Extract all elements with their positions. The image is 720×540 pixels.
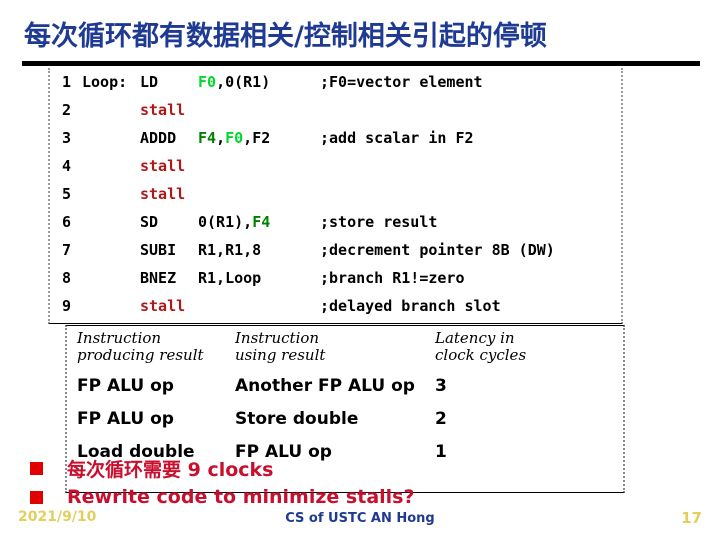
code-line: 7 SUBI R1,R1,8 ;decrement pointer 8B (DW) <box>50 236 621 264</box>
code-line: 2 stall <box>50 96 621 124</box>
bullet-square-icon <box>30 462 43 475</box>
code-operands: 0(R1),F4 <box>198 208 270 236</box>
code-token: 0(R1) <box>225 73 271 91</box>
header-line: Latency in <box>435 329 515 347</box>
code-opcode: SD <box>140 213 159 231</box>
code-comment: ;delayed branch slot <box>320 297 501 315</box>
code-line: 5 stall <box>50 180 621 208</box>
code-stall: stall <box>140 157 186 175</box>
code-operands: F4,F0,F2 <box>198 124 270 152</box>
code-token: , <box>243 129 253 147</box>
code-opcode: ADDD <box>140 129 177 147</box>
code-operands: F0,0(R1) <box>198 68 270 96</box>
code-token: F0 <box>225 129 244 147</box>
code-line-number: 1 <box>62 73 72 91</box>
code-line: 1 Loop: LD F0,0(R1) ;F0=vector element <box>50 68 621 96</box>
code-token: F0 <box>198 73 217 91</box>
code-line-number: 5 <box>62 185 72 203</box>
header-line: producing result <box>77 346 204 364</box>
bullet-item: Rewrite code to minimize stalls? <box>30 486 415 508</box>
code-line-number: 4 <box>62 157 72 175</box>
title-divider <box>22 61 700 66</box>
code-token: F4 <box>252 213 271 231</box>
code-label: Loop: <box>82 73 128 91</box>
bullet-item: 每次循环需要 9 clocks <box>30 455 274 482</box>
code-token: , <box>216 129 226 147</box>
table-row: FP ALU op Another FP ALU op 3 <box>67 370 623 403</box>
code-token: , <box>243 213 253 231</box>
code-token: R1,Loop <box>198 269 262 287</box>
code-stall: stall <box>140 101 186 119</box>
table-column-header: Latency in clock cycles <box>435 330 526 364</box>
code-line-number: 2 <box>62 101 72 119</box>
bullet-label: 每次循环需要 9 clocks <box>67 459 274 481</box>
header-line: clock cycles <box>435 346 527 364</box>
header-line: Instruction <box>235 329 320 347</box>
table-cell-latency: 2 <box>435 409 447 429</box>
code-comment: ;add scalar in F2 <box>320 129 474 147</box>
code-line: 8 BNEZ R1,Loop ;branch R1!=zero <box>50 264 621 292</box>
code-token: F4 <box>198 129 217 147</box>
code-stall: stall <box>140 185 186 203</box>
header-line: Instruction <box>77 329 162 347</box>
table-column-header: Instruction using result <box>235 330 325 364</box>
code-comment: ;decrement pointer 8B (DW) <box>320 241 555 259</box>
table-cell-latency: 1 <box>435 442 447 462</box>
code-token: 0(R1) <box>198 213 244 231</box>
header-line: using result <box>235 346 326 364</box>
code-line-number: 7 <box>62 241 72 259</box>
code-line: 3 ADDD F4,F0,F2 ;add scalar in F2 <box>50 124 621 152</box>
code-stall: stall <box>140 297 186 315</box>
table-header-row: Instruction producing result Instruction us… <box>67 326 623 370</box>
code-opcode: LD <box>140 73 159 91</box>
code-token: R1,R1,8 <box>198 241 262 259</box>
code-listing: 1 Loop: LD F0,0(R1) ;F0=vector element 2 stall… <box>48 68 623 324</box>
code-opcode: BNEZ <box>140 269 177 287</box>
table-cell-producing: FP ALU op <box>77 409 174 429</box>
code-operands: R1,Loop <box>198 264 261 292</box>
code-line-number: 3 <box>62 129 72 147</box>
code-line: 9 stall ;delayed branch slot <box>50 292 621 320</box>
code-line: 6 SD 0(R1),F4 ;store result <box>50 208 621 236</box>
code-comment: ;branch R1!=zero <box>320 269 465 287</box>
code-operands: R1,R1,8 <box>198 236 261 264</box>
table-cell-latency: 3 <box>435 376 447 396</box>
footer-page-number: 17 <box>681 509 702 527</box>
code-token: F2 <box>252 129 271 147</box>
page-title: 每次循环都有数据相关/控制相关引起的停顿 <box>24 21 547 52</box>
code-line-number: 6 <box>62 213 72 231</box>
code-line-number: 8 <box>62 269 72 287</box>
code-line: 4 stall <box>50 152 621 180</box>
code-token: , <box>216 73 226 91</box>
table-cell-using: Another FP ALU op <box>235 376 415 396</box>
table-cell-producing: FP ALU op <box>77 376 174 396</box>
table-row: FP ALU op Store double 2 <box>67 403 623 436</box>
table-cell-using: Store double <box>235 409 359 429</box>
bullet-label: Rewrite code to minimize stalls? <box>67 486 415 508</box>
footer-attribution: CS of USTC AN Hong <box>285 511 435 526</box>
code-comment: ;F0=vector element <box>320 73 483 91</box>
code-comment: ;store result <box>320 213 438 231</box>
code-opcode: SUBI <box>140 241 177 259</box>
table-column-header: Instruction producing result <box>77 330 204 364</box>
code-line-number: 9 <box>62 297 72 315</box>
bullet-square-icon <box>30 490 43 504</box>
